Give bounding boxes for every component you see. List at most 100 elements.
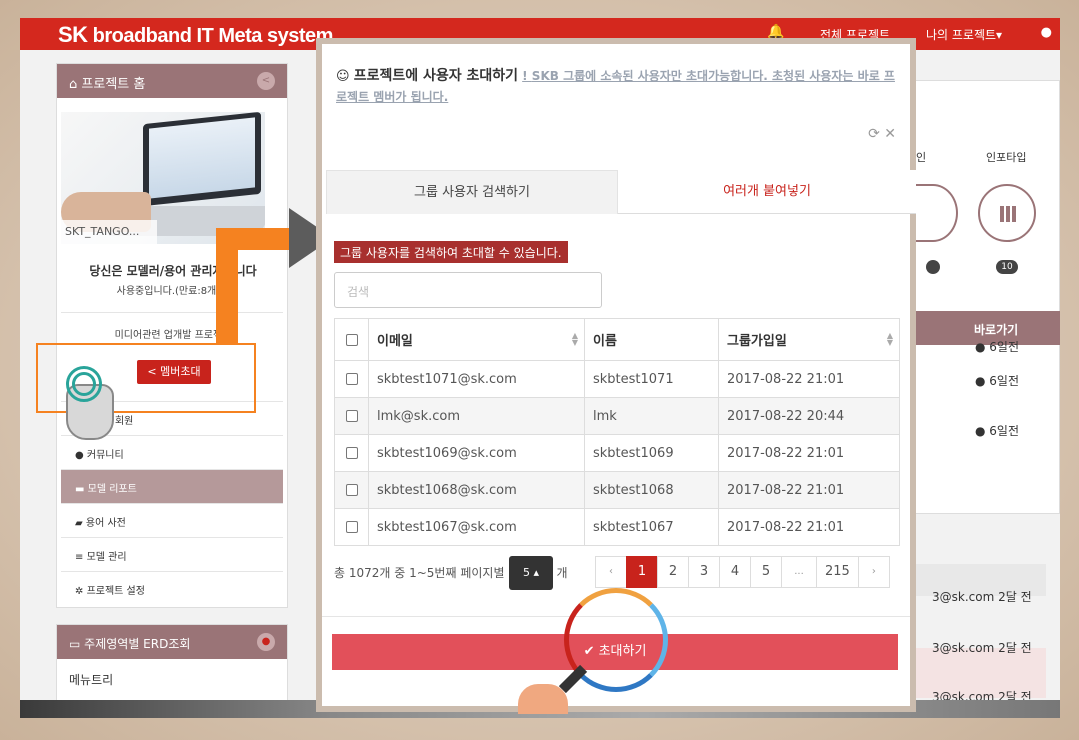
- list-item: ● 6일전: [975, 374, 1020, 388]
- infotype-count-badge: 10: [996, 260, 1018, 274]
- hand-icon: [518, 684, 568, 714]
- page-ellipsis: ...: [781, 556, 817, 588]
- email-cell: skbtest1071@sk.com: [368, 360, 585, 398]
- row-checkbox[interactable]: [334, 508, 369, 546]
- gear-icon: ✲: [75, 586, 87, 597]
- folder-icon: ▭: [69, 637, 85, 651]
- project-sidebar: ⌂ 프로젝트 홈 < SKT_TANGO... 당신은 모델러/용어 관리자입니…: [56, 63, 288, 608]
- row-checkbox[interactable]: [334, 360, 369, 398]
- list-item: 3@sk.com 2달 전: [932, 590, 1032, 604]
- select-all-checkbox[interactable]: [334, 318, 369, 361]
- page-4-button[interactable]: 4: [719, 556, 751, 588]
- prev-page-button[interactable]: ‹: [595, 556, 627, 588]
- table-row[interactable]: skbtest1067@sk.com skbtest1067 2017-08-2…: [334, 508, 900, 546]
- table-header-row: 이메일 ▲ ▼ 이름 그룹가입일 ▲ ▼: [334, 318, 900, 361]
- usage-status: 사용중입니다.(만료:8개월): [116, 286, 230, 297]
- laptop-illustration: [143, 112, 261, 207]
- sidebar-item-community[interactable]: ● 커뮤니티: [61, 435, 283, 469]
- menu-tree-link[interactable]: 메뉴트리: [57, 659, 287, 700]
- user-outline-icon: ☺: [336, 69, 354, 84]
- name-cell: skbtest1067: [584, 508, 719, 546]
- page-size-select[interactable]: 5 ▴: [509, 556, 553, 590]
- share-icon[interactable]: <: [257, 72, 275, 90]
- table-row[interactable]: skbtest1069@sk.com skbtest1069 2017-08-2…: [334, 434, 900, 472]
- search-input[interactable]: 검색: [334, 272, 602, 308]
- sidebar-header: ⌂ 프로젝트 홈 <: [57, 64, 287, 98]
- right-panel: [912, 80, 1060, 514]
- project-description: 미디어관련 업개발 프로젝트: [114, 330, 232, 341]
- column-email[interactable]: 이메일 ▲ ▼: [368, 318, 585, 361]
- joined-cell: 2017-08-22 21:01: [718, 471, 900, 509]
- close-icon[interactable]: ✕: [884, 126, 896, 142]
- name-cell: lmk: [584, 397, 719, 435]
- sidebar-item-model-report[interactable]: ▬ 모델 리포트: [61, 469, 283, 503]
- app-logo[interactable]: SK broadband IT Meta system: [58, 22, 333, 48]
- grid-icon: [1000, 206, 1016, 222]
- joined-cell: 2017-08-22 21:01: [718, 434, 900, 472]
- project-image-tag: SKT_TANGO...: [61, 220, 157, 244]
- sort-icon: ▲ ▼: [571, 331, 578, 347]
- user-icon: ●: [975, 424, 990, 438]
- email-cell: skbtest1067@sk.com: [368, 508, 585, 546]
- list-item: ● 6일전: [975, 424, 1020, 438]
- modal-tabs: 그룹 사용자 검색하기 여러개 붙여넣기: [326, 170, 916, 214]
- right-label-infotype: 인포타입: [986, 151, 1027, 164]
- nav-my-projects[interactable]: 나의 프로젝트▾: [926, 26, 1002, 43]
- invite-user-modal: ☺ 프로젝트에 사용자 초대하기 ! SKB 그룹에 소속된 사용자만 초대가능…: [316, 38, 916, 714]
- table-row[interactable]: skbtest1071@sk.com skbtest1071 2017-08-2…: [334, 360, 900, 398]
- infotype-circle-button[interactable]: [978, 184, 1036, 242]
- user-icon: ●: [975, 374, 990, 388]
- user-icon[interactable]: ●: [1041, 25, 1052, 40]
- search-notice: 그룹 사용자를 검색하여 초대할 수 있습니다.: [334, 241, 568, 263]
- project-image: SKT_TANGO...: [61, 112, 265, 244]
- next-page-button[interactable]: ›: [857, 556, 890, 588]
- tab-group-search[interactable]: 그룹 사용자 검색하기: [326, 170, 618, 214]
- page-1-button[interactable]: 1: [626, 556, 658, 588]
- joined-cell: 2017-08-22 21:01: [718, 508, 900, 546]
- joined-cell: 2017-08-22 21:01: [718, 360, 900, 398]
- database-icon: ≡: [75, 552, 87, 563]
- modal-tools: ⟳ ✕: [868, 126, 896, 142]
- name-cell: skbtest1071: [584, 360, 719, 398]
- row-checkbox[interactable]: [334, 434, 369, 472]
- settings-icon[interactable]: ●: [257, 633, 275, 651]
- role-title: 당신은 모델러/용어 관리자입니다: [89, 264, 257, 278]
- row-checkbox[interactable]: [334, 471, 369, 509]
- list-item: ● 6일전: [975, 340, 1020, 354]
- book-icon: ▰: [75, 518, 86, 529]
- page-215-button[interactable]: 215: [816, 556, 859, 588]
- column-name[interactable]: 이름: [584, 318, 719, 361]
- sidebar-item-project-settings[interactable]: ✲ 프로젝트 설정: [61, 571, 283, 605]
- erd-panel-header: ▭ 주제영역별 ERD조회 ●: [57, 625, 287, 659]
- report-icon: ▬: [75, 484, 88, 495]
- tap-ripple-inner: [72, 372, 96, 396]
- page-5-button[interactable]: 5: [750, 556, 782, 588]
- sidebar-item-glossary[interactable]: ▰ 용어 사전: [61, 503, 283, 537]
- page-3-button[interactable]: 3: [688, 556, 720, 588]
- refresh-icon[interactable]: ⟳: [868, 126, 880, 142]
- table-row[interactable]: skbtest1068@sk.com skbtest1068 2017-08-2…: [334, 471, 900, 509]
- pagination: ‹ 1 2 3 4 5 ... 215 ›: [595, 556, 890, 588]
- modal-title: ☺ 프로젝트에 사용자 초대하기 ! SKB 그룹에 소속된 사용자만 초대가능…: [336, 68, 895, 104]
- email-cell: skbtest1068@sk.com: [368, 471, 585, 509]
- sort-icon: ▲ ▼: [886, 331, 893, 347]
- count-badge-partial: [926, 260, 940, 274]
- chat-icon: ●: [75, 450, 87, 461]
- joined-cell: 2017-08-22 20:44: [718, 397, 900, 435]
- name-cell: skbtest1068: [584, 471, 719, 509]
- page-2-button[interactable]: 2: [657, 556, 689, 588]
- name-cell: skbtest1069: [584, 434, 719, 472]
- row-checkbox[interactable]: [334, 397, 369, 435]
- email-cell: skbtest1069@sk.com: [368, 434, 585, 472]
- sidebar-item-model-management[interactable]: ≡ 모델 관리: [61, 537, 283, 571]
- highlight-connector: [216, 228, 238, 344]
- table-row[interactable]: lmk@sk.com lmk 2017-08-22 20:44: [334, 397, 900, 435]
- tab-paste-multiple[interactable]: 여러개 붙여넣기: [618, 170, 916, 214]
- column-joined[interactable]: 그룹가입일 ▲ ▼: [718, 318, 900, 361]
- user-icon: ●: [975, 340, 990, 354]
- home-icon: ⌂: [69, 77, 78, 92]
- right-label-1: 인: [916, 151, 927, 164]
- user-table: 이메일 ▲ ▼ 이름 그룹가입일 ▲ ▼ skbtest1071@sk.com skbt…: [334, 318, 900, 546]
- email-cell: lmk@sk.com: [368, 397, 585, 435]
- list-item: 3@sk.com 2달 전: [932, 641, 1032, 655]
